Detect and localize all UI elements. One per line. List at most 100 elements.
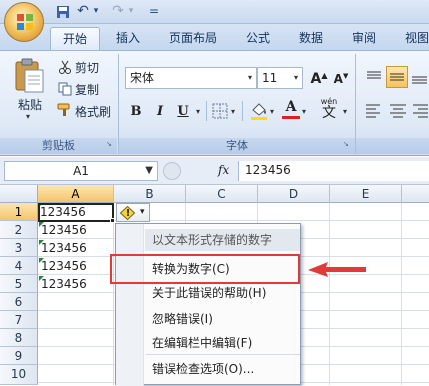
font-name-field[interactable]: 宋体 ▾: [125, 67, 257, 89]
name-box-value: A1: [73, 164, 89, 178]
copy-button[interactable]: 复制: [75, 81, 115, 97]
redo-icon[interactable]: ↷: [110, 3, 126, 20]
align-left-icon[interactable]: [364, 102, 384, 120]
phonetic-guide-button[interactable]: wén 文: [316, 98, 342, 122]
font-color-dropdown-icon[interactable]: ▾: [302, 107, 306, 116]
phonetic-dropdown-icon[interactable]: ▾: [343, 107, 347, 116]
borders-icon[interactable]: [212, 103, 228, 119]
grow-font-button[interactable]: A▲: [309, 68, 329, 88]
shrink-font-label: A: [333, 72, 343, 86]
cell-a3[interactable]: 123456: [38, 239, 114, 257]
bold-button[interactable]: B: [126, 101, 146, 121]
name-box-dropdown-icon[interactable]: ▼: [145, 162, 153, 180]
undo-icon[interactable]: ↶: [75, 3, 91, 20]
font-size-value: 11: [262, 71, 278, 85]
menu-item-help-on-error[interactable]: 关于此错误的帮助(H): [152, 282, 300, 304]
error-check-button[interactable]: ! ▾: [116, 203, 150, 222]
font-group-label: 字体: [119, 138, 355, 154]
cell-a4[interactable]: 123456: [38, 257, 114, 275]
save-icon[interactable]: [55, 3, 71, 20]
row-header-2[interactable]: 2: [0, 221, 38, 239]
fill-color-dropdown-icon[interactable]: ▾: [270, 107, 274, 116]
cell-a5[interactable]: 123456: [38, 275, 114, 293]
format-painter-icon[interactable]: [57, 103, 73, 117]
column-header-b[interactable]: B: [114, 185, 186, 203]
cell-a2[interactable]: 123456: [38, 221, 114, 239]
row-header-5[interactable]: 5: [0, 275, 38, 293]
paste-icon[interactable]: [12, 58, 46, 94]
align-right-icon[interactable]: [412, 102, 429, 120]
menu-item-error-checking-options[interactable]: 错误检查选项(O)...: [152, 358, 300, 380]
menu-item-ignore-error[interactable]: 忽略错误(I): [152, 308, 300, 330]
fill-color-icon[interactable]: [249, 101, 269, 121]
align-top-icon[interactable]: [364, 68, 384, 86]
font-color-button[interactable]: A: [282, 99, 300, 121]
italic-button[interactable]: I: [150, 101, 170, 121]
tab-formulas[interactable]: 公式: [237, 27, 279, 50]
column-header-d[interactable]: D: [258, 185, 330, 203]
tab-review[interactable]: 审阅: [343, 27, 385, 50]
underline-dropdown-icon[interactable]: ▾: [196, 107, 200, 116]
row-header-9[interactable]: 9: [0, 347, 38, 365]
insert-function-button[interactable]: fx: [218, 161, 236, 179]
grid-col-line: [329, 203, 330, 385]
cut-icon[interactable]: [58, 60, 72, 74]
clipboard-group-label: 剪贴板: [0, 138, 117, 154]
toolbar-separator-2: [242, 101, 243, 121]
clipboard-launcher-icon[interactable]: ↘: [106, 140, 114, 148]
tab-view[interactable]: 视图: [396, 27, 429, 50]
paste-dropdown-icon[interactable]: ▾: [26, 112, 36, 122]
font-color-swatch: [282, 116, 300, 119]
select-all-corner[interactable]: [0, 185, 38, 203]
customize-quick-access-icon[interactable]: =: [148, 3, 160, 20]
column-header-f[interactable]: [402, 185, 429, 203]
menu-divider: [146, 354, 300, 355]
font-name-value: 宋体: [130, 71, 155, 85]
font-size-field[interactable]: 11 ▾: [257, 67, 303, 89]
active-cell-border: [38, 203, 114, 222]
red-arrow-icon: [308, 262, 366, 277]
copy-icon[interactable]: [58, 82, 72, 96]
font-color-letter: A: [285, 99, 297, 115]
formula-input[interactable]: 123456: [238, 161, 429, 181]
font-size-dropdown-icon[interactable]: ▾: [294, 68, 298, 88]
undo-dropdown-icon[interactable]: ▾: [91, 3, 101, 20]
column-header-c[interactable]: C: [186, 185, 258, 203]
tab-home[interactable]: 开始: [50, 27, 100, 50]
cell-a4-value: 123456: [41, 259, 87, 273]
redo-dropdown-icon[interactable]: ▾: [126, 3, 136, 20]
error-check-dropdown-icon[interactable]: ▾: [140, 207, 145, 217]
office-logo-icon: [17, 14, 33, 30]
borders-dropdown-icon[interactable]: ▾: [231, 107, 235, 116]
row-header-3[interactable]: 3: [0, 239, 38, 257]
tab-page-layout[interactable]: 页面布局: [158, 27, 228, 50]
row-header-10[interactable]: 10: [0, 365, 38, 385]
formula-expand-handle[interactable]: [163, 162, 181, 180]
paste-button[interactable]: 粘贴: [18, 96, 48, 112]
alignment-group-label: [356, 138, 429, 154]
row-header-7[interactable]: 7: [0, 311, 38, 329]
column-header-e[interactable]: E: [330, 185, 402, 203]
align-bottom-icon[interactable]: [410, 68, 429, 86]
font-launcher-icon[interactable]: ↘: [343, 140, 351, 148]
underline-button[interactable]: U: [173, 101, 193, 121]
row-header-1[interactable]: 1: [0, 203, 38, 221]
align-center-icon[interactable]: [388, 102, 408, 120]
align-middle-icon[interactable]: [386, 66, 408, 88]
office-button[interactable]: [4, 2, 44, 42]
row-header-8[interactable]: 8: [0, 329, 38, 347]
column-header-a[interactable]: A: [38, 185, 114, 203]
font-name-dropdown-icon[interactable]: ▾: [248, 68, 252, 88]
cut-button[interactable]: 剪切: [75, 59, 115, 75]
grid-col-line: [401, 203, 402, 385]
menu-item-edit-in-formula-bar[interactable]: 在编辑栏中编辑(F): [152, 332, 300, 354]
tab-data[interactable]: 数据: [290, 27, 332, 50]
row-header-4[interactable]: 4: [0, 257, 38, 275]
toolbar-separator: [206, 101, 207, 121]
warning-icon-mark: !: [125, 208, 131, 219]
shrink-font-button[interactable]: A▼: [331, 68, 351, 88]
name-box[interactable]: A1 ▼: [4, 161, 158, 181]
error-options-menu: 以文本形式存储的数字 转换为数字(C) 关于此错误的帮助(H) 忽略错误(I) …: [115, 223, 301, 386]
row-header-6[interactable]: 6: [0, 293, 38, 311]
tab-insert[interactable]: 插入: [108, 27, 148, 50]
